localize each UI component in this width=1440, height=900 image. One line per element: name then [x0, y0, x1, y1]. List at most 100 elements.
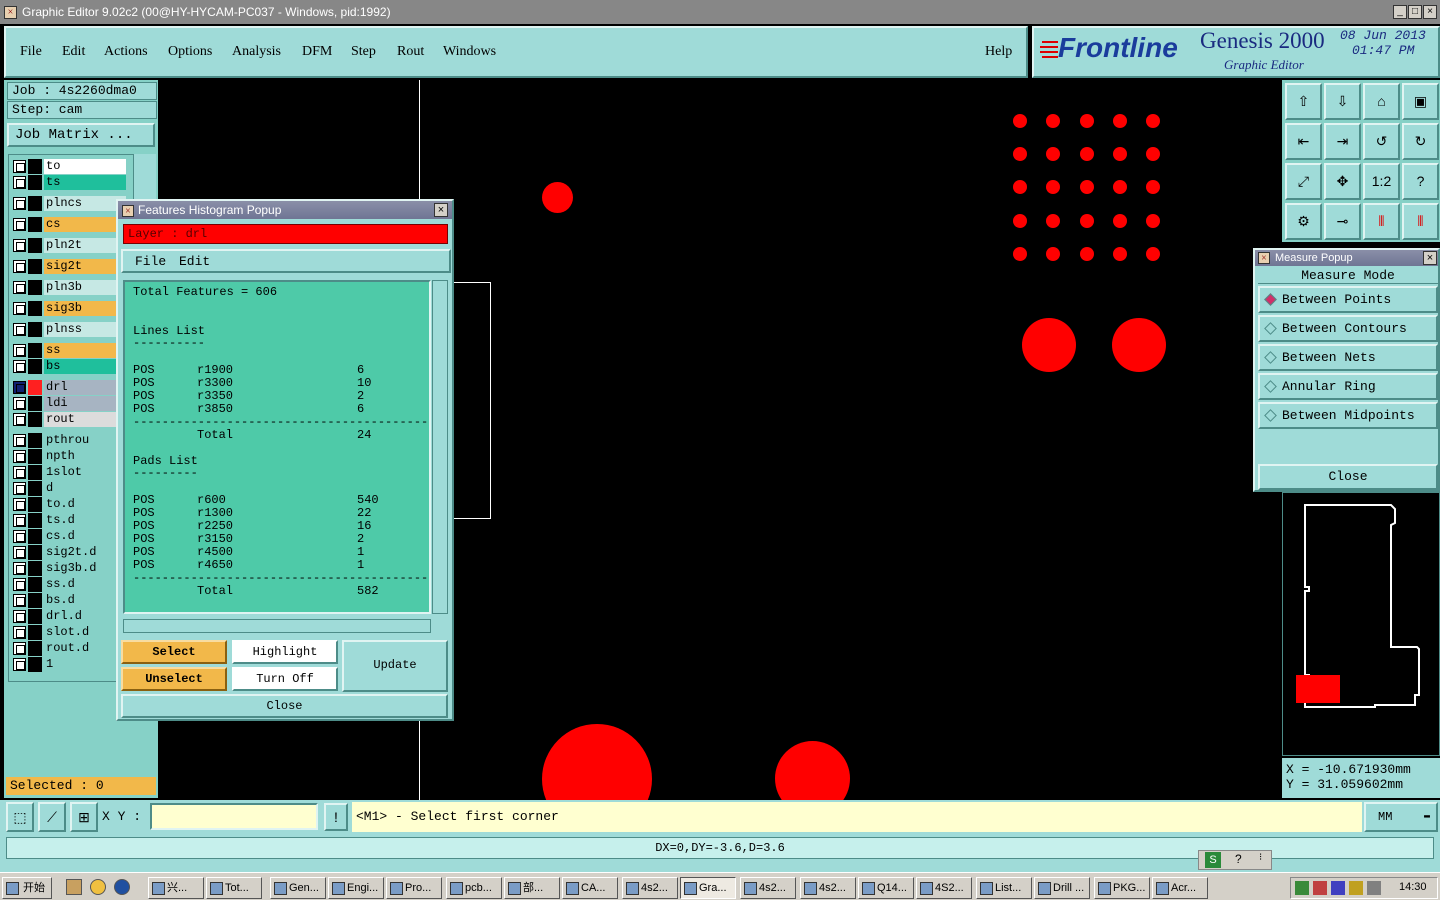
layer-name[interactable]: 1 — [44, 657, 126, 672]
layer-checkbox[interactable] — [13, 176, 26, 189]
layer-checkbox[interactable] — [13, 397, 26, 410]
taskbar-button[interactable]: pcb... — [446, 877, 502, 899]
alert-icon[interactable]: ! — [324, 803, 348, 831]
layer-checkbox[interactable] — [13, 498, 26, 511]
layer-name[interactable]: ss.d — [44, 577, 126, 592]
layer-checkbox[interactable] — [13, 658, 26, 671]
quicklaunch-desktop-icon[interactable] — [66, 879, 82, 895]
layer-checkbox[interactable] — [13, 434, 26, 447]
menu-rout[interactable]: Rout — [397, 44, 424, 60]
taskbar-button[interactable]: Q14... — [858, 877, 914, 899]
ime-menu-icon[interactable]: ⁝ — [1259, 852, 1262, 863]
layer-checkbox[interactable] — [13, 514, 26, 527]
measure-close-icon[interactable]: × — [1423, 251, 1437, 265]
layer-checkbox[interactable] — [13, 450, 26, 463]
layer-name[interactable]: ts — [44, 175, 126, 190]
layer-name[interactable]: drl — [44, 380, 126, 395]
zoom-center-icon[interactable]: ✥ — [1324, 163, 1361, 200]
layer-checkbox[interactable] — [13, 281, 26, 294]
layer-name[interactable]: plnss — [44, 322, 126, 337]
layer-row[interactable]: rout — [11, 412, 126, 427]
layer-name[interactable]: slot.d — [44, 625, 126, 640]
tray-icon[interactable] — [1313, 881, 1327, 895]
layer-name[interactable]: sig3b.d — [44, 561, 126, 576]
menu-file[interactable]: File — [20, 44, 42, 60]
histogram-menu-edit[interactable]: Edit — [179, 254, 210, 269]
layer-name[interactable]: plncs — [44, 196, 126, 211]
layer-row[interactable]: drl.d — [11, 609, 126, 624]
histogram-close-button[interactable]: Close — [121, 694, 448, 718]
layers-select-icon[interactable]: ⫴ — [1402, 203, 1439, 240]
taskbar-button[interactable]: Tot... — [206, 877, 262, 899]
tray-icon[interactable] — [1349, 881, 1363, 895]
layer-name[interactable]: ldi — [44, 396, 126, 411]
layer-row[interactable]: cs — [11, 217, 126, 232]
layer-name[interactable]: sig3b — [44, 301, 126, 316]
measure-option[interactable]: Between Contours — [1258, 315, 1438, 342]
menu-actions[interactable]: Actions — [104, 44, 148, 60]
layer-row[interactable]: plncs — [11, 196, 126, 211]
radio-diamond-icon[interactable] — [1264, 409, 1277, 422]
layer-name[interactable]: d — [44, 481, 126, 496]
minimize-button[interactable]: _ — [1393, 5, 1407, 19]
tray-icon[interactable] — [1295, 881, 1309, 895]
layer-color-swatch[interactable] — [28, 412, 42, 427]
layer-name[interactable]: pln3b — [44, 280, 126, 295]
job-matrix-button[interactable]: Job Matrix ... — [7, 123, 155, 147]
layer-checkbox[interactable] — [13, 344, 26, 357]
taskbar-button[interactable]: Acr... — [1152, 877, 1208, 899]
layer-row[interactable]: plnss — [11, 322, 126, 337]
redraw-icon[interactable]: ↻ — [1402, 123, 1439, 160]
ime-toolbar[interactable]: S ? ⁝ — [1198, 850, 1272, 870]
measure-option[interactable]: Between Midpoints — [1258, 402, 1438, 429]
menu-help[interactable]: Help — [985, 44, 1012, 60]
layer-color-swatch[interactable] — [28, 593, 42, 608]
taskbar-button[interactable]: 部... — [504, 877, 560, 899]
layer-checkbox[interactable] — [13, 413, 26, 426]
layer-row[interactable]: ldi — [11, 396, 126, 411]
layer-row[interactable]: ts.d — [11, 513, 126, 528]
layer-color-swatch[interactable] — [28, 481, 42, 496]
layer-color-swatch[interactable] — [28, 175, 42, 190]
layer-row[interactable]: sig2t.d — [11, 545, 126, 560]
select-button[interactable]: Select — [121, 640, 227, 664]
units-selector[interactable]: MM ▬ — [1364, 802, 1438, 832]
menu-windows[interactable]: Windows — [443, 44, 496, 60]
measure-tool-icon[interactable]: ⟋ — [38, 802, 66, 832]
layer-checkbox[interactable] — [13, 381, 26, 394]
layer-color-swatch[interactable] — [28, 657, 42, 672]
maximize-button[interactable]: □ — [1408, 5, 1422, 19]
help-icon[interactable]: ? — [1402, 163, 1439, 200]
layer-checkbox[interactable] — [13, 360, 26, 373]
layer-checkbox[interactable] — [13, 218, 26, 231]
tray-icon[interactable] — [1367, 881, 1381, 895]
menu-options[interactable]: Options — [168, 44, 212, 60]
layer-color-swatch[interactable] — [28, 359, 42, 374]
layer-color-swatch[interactable] — [28, 577, 42, 592]
overview-map[interactable] — [1282, 492, 1440, 756]
layer-color-swatch[interactable] — [28, 497, 42, 512]
layer-color-swatch[interactable] — [28, 449, 42, 464]
layer-checkbox[interactable] — [13, 578, 26, 591]
layer-row[interactable]: sig3b — [11, 301, 126, 316]
pan-left-icon[interactable]: ⇤ — [1285, 123, 1322, 160]
quicklaunch-browser-icon[interactable] — [114, 879, 130, 895]
layer-name[interactable]: cs — [44, 217, 126, 232]
taskbar-button[interactable]: 4S2... — [916, 877, 972, 899]
layer-color-swatch[interactable] — [28, 238, 42, 253]
taskbar-button[interactable]: 4s2... — [740, 877, 796, 899]
layer-row[interactable]: drl — [11, 380, 126, 395]
layer-checkbox[interactable] — [13, 302, 26, 315]
taskbar-button[interactable]: List... — [976, 877, 1032, 899]
layer-name[interactable]: ss — [44, 343, 126, 358]
layer-color-swatch[interactable] — [28, 322, 42, 337]
radio-diamond-icon[interactable] — [1264, 322, 1277, 335]
taskbar-button[interactable]: Engi... — [328, 877, 384, 899]
layer-checkbox[interactable] — [13, 562, 26, 575]
grid-tool-icon[interactable]: ⊞ — [70, 802, 98, 832]
layer-color-swatch[interactable] — [28, 301, 42, 316]
measure-option[interactable]: Annular Ring — [1258, 373, 1438, 400]
layer-row[interactable]: sig2t — [11, 259, 126, 274]
layer-color-swatch[interactable] — [28, 396, 42, 411]
layer-row[interactable]: bs — [11, 359, 126, 374]
